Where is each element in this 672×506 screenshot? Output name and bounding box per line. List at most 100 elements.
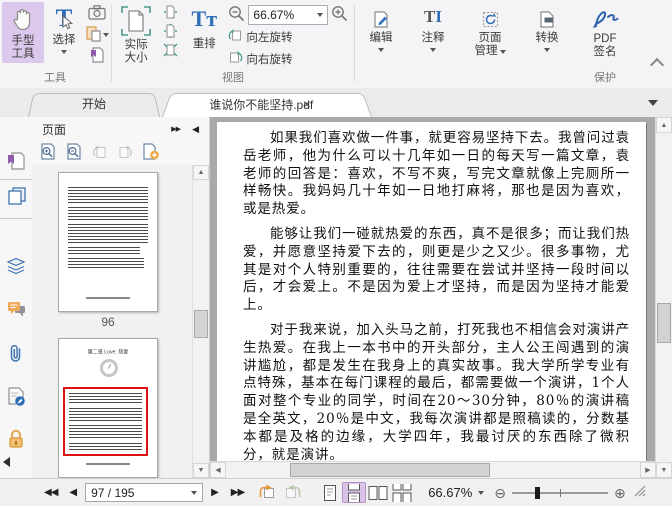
reflow-button[interactable]: Tт 重排 <box>182 2 226 53</box>
bookmark-page-button[interactable] <box>84 46 110 66</box>
thumbnail-page-96[interactable] <box>58 172 158 312</box>
previous-page-button[interactable]: ◀ <box>69 487 77 498</box>
horizontal-scrollbar-thumb[interactable] <box>290 463 490 477</box>
dropdown-caret-icon <box>102 33 109 37</box>
scroll-down-button[interactable]: ▼ <box>656 462 672 478</box>
attachments-panel-icon[interactable] <box>0 343 32 364</box>
resize-grip-icon[interactable] <box>634 485 646 500</box>
panel-collapse-icon[interactable]: ◀ <box>192 124 199 135</box>
security-panel-icon[interactable] <box>0 429 32 449</box>
close-tab-icon[interactable]: × <box>303 96 311 112</box>
select-tool-button[interactable]: T 选择 <box>44 2 84 56</box>
layers-panel-icon[interactable] <box>0 257 32 274</box>
single-page-view-button[interactable] <box>318 482 342 503</box>
document-horizontal-scrollbar[interactable]: ◀ ▶ <box>210 461 656 478</box>
thumbnail-page-97[interactable]: 第二章 Love: 热爱 <box>58 338 158 478</box>
rotate-right-button[interactable]: 向右旋转 <box>228 48 353 69</box>
fit-width-button[interactable] <box>162 4 180 22</box>
rotate-left-button[interactable]: 向左旋转 <box>228 26 353 47</box>
main-area: 页面 ▶▶ ◀ 96 第二章 Love: 热爱 ▲ ▼ 如果我们喜欢做一件事，就… <box>0 117 672 478</box>
document-tab-bar: 开始 谁说你不能坚持.pdf × <box>0 88 672 118</box>
pdf-page[interactable]: 如果我们喜欢做一件事，就更容易坚持下去。我曾问过袁岳老师，他为什么可以十几年如一… <box>217 122 646 462</box>
scroll-right-button[interactable]: ▶ <box>640 462 656 478</box>
scroll-up-button[interactable]: ▲ <box>193 165 209 180</box>
scroll-left-button[interactable]: ◀ <box>210 462 226 478</box>
comments-panel-icon[interactable] <box>0 301 32 318</box>
zoom-caret-icon[interactable] <box>478 490 485 495</box>
ribbon-toolbar: 手型 工具 T 选择 <box>0 0 672 89</box>
continuous-facing-view-button[interactable] <box>390 482 414 503</box>
ribbon-zoom-value: 66.67% <box>253 7 295 22</box>
pages-panel-title: 页面 <box>42 122 67 137</box>
bookmarks-panel-icon[interactable] <box>0 152 32 170</box>
first-page-button[interactable]: ◀◀ <box>44 487 58 498</box>
panel-expand-icon[interactable]: ▶▶ <box>171 125 181 133</box>
fit-page-button[interactable] <box>162 23 180 41</box>
ribbon-separator <box>354 5 355 82</box>
panel-scrollbar-thumb[interactable] <box>194 310 208 338</box>
next-page-button[interactable]: ▶ <box>211 487 219 498</box>
zoom-slider[interactable] <box>512 486 609 499</box>
comment-button[interactable]: TI 注释 <box>409 2 457 54</box>
thumbnail-zoom-in-icon[interactable] <box>40 143 57 163</box>
zoom-out-magnifier-icon[interactable] <box>228 5 245 25</box>
clipboard-icon <box>85 25 101 45</box>
page-number-combo[interactable]: 97 / 195 <box>85 483 204 502</box>
pdf-sign-pen-icon <box>590 6 620 33</box>
ribbon-separator <box>111 5 112 82</box>
zoom-out-button[interactable]: ⊖ <box>494 486 506 500</box>
last-page-button[interactable]: ▶▶ <box>231 487 245 498</box>
paragraph: 如果我们喜欢做一件事，就更容易坚持下去。我曾问过袁岳老师，他为什么可以十几年如一… <box>243 130 630 218</box>
add-page-icon[interactable] <box>142 143 160 163</box>
tab-list-caret-icon[interactable] <box>648 100 658 106</box>
facing-view-button[interactable] <box>366 482 390 503</box>
convert-button[interactable]: 转换 <box>523 2 571 54</box>
ribbon-collapse-icon[interactable] <box>649 57 665 73</box>
pdf-sign-button[interactable]: PDF 签名 <box>574 2 636 61</box>
tab-start[interactable]: 开始 <box>28 91 160 117</box>
tab-document[interactable]: 谁说你不能坚持.pdf × <box>162 91 372 117</box>
zoom-in-magnifier-icon[interactable] <box>331 5 348 25</box>
pages-panel-icon[interactable] <box>0 187 32 205</box>
zoom-slider-thumb[interactable] <box>535 486 541 499</box>
next-view-button[interactable] <box>285 484 302 502</box>
rotate-page-right-icon[interactable] <box>117 144 133 162</box>
zoom-in-button[interactable]: ⊕ <box>614 486 626 500</box>
panel-scrollbar[interactable]: ▲ ▼ <box>192 165 209 478</box>
snapshot-button[interactable] <box>84 4 110 24</box>
panel-collapse-arrow-icon[interactable] <box>3 457 10 467</box>
dropdown-caret-icon <box>544 48 550 52</box>
fit-visible-button[interactable] <box>162 42 180 60</box>
rotate-page-left-icon[interactable] <box>92 144 108 162</box>
current-view-indicator[interactable] <box>63 387 148 456</box>
ribbon-zoom-combo[interactable]: 66.67% <box>248 4 329 25</box>
view-group-label: 视图 <box>222 72 244 84</box>
thumbnail-96-label: 96 <box>101 315 115 329</box>
edit-icon <box>373 6 390 32</box>
status-zoom-value: 66.67% <box>428 485 473 500</box>
hand-tool-label: 手型 <box>11 35 35 47</box>
dropdown-caret-icon <box>191 490 198 495</box>
edit-button[interactable]: 编辑 <box>356 2 406 54</box>
fit-visible-icon <box>163 43 178 60</box>
actual-size-button[interactable]: 实际 大小 <box>113 2 159 67</box>
tools-group-label: 工具 <box>44 72 66 84</box>
signatures-panel-icon[interactable] <box>0 387 32 406</box>
thumbnail-zoom-out-icon[interactable] <box>66 143 83 163</box>
scroll-down-button[interactable]: ▼ <box>193 463 209 478</box>
clipboard-button[interactable] <box>84 25 110 45</box>
clock-graphic <box>100 359 118 377</box>
document-vertical-scrollbar[interactable]: ▲ <box>655 117 672 462</box>
rotate-left-icon <box>228 28 243 45</box>
hand-tool-button[interactable]: 手型 工具 <box>2 2 44 63</box>
previous-view-button[interactable] <box>258 484 275 502</box>
reflow-icon: Tт <box>191 6 218 31</box>
page-management-button[interactable]: 页面 管理 <box>460 2 520 60</box>
comment-typewriter-icon: TI <box>424 7 442 26</box>
dropdown-caret-icon <box>60 50 67 54</box>
pages-panel-toolbar <box>32 141 209 166</box>
continuous-view-button[interactable] <box>342 482 367 503</box>
bookmark-page-icon <box>90 46 104 66</box>
scroll-up-button[interactable]: ▲ <box>656 117 672 133</box>
vertical-scrollbar-thumb[interactable] <box>657 303 671 343</box>
